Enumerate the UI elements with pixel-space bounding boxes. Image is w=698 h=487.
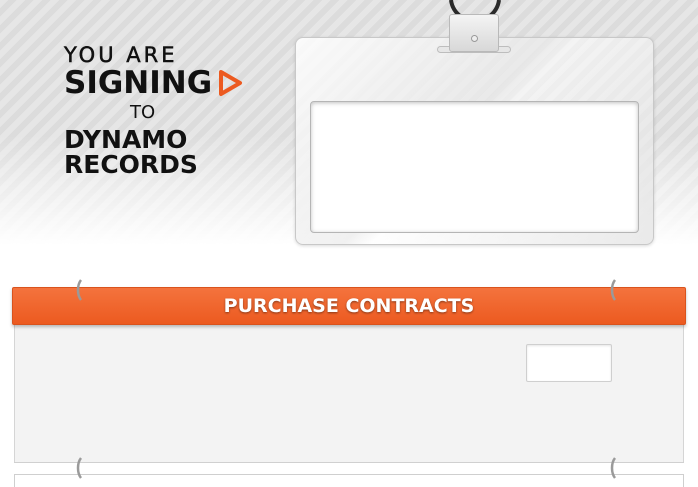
headline-signing-row: SIGNING — [64, 66, 294, 100]
badge-name-field[interactable] — [310, 101, 639, 233]
binder-ring-icon — [76, 279, 83, 301]
binder-ring-icon — [610, 457, 617, 479]
panel-divider — [14, 462, 684, 463]
badge-clip — [449, 14, 499, 52]
contracts-banner: PURCHASE CONTRACTS — [12, 287, 686, 325]
signing-headline: YOU ARE SIGNING TO DYNAMO RECORDS — [64, 44, 294, 177]
clip-hole-icon — [471, 35, 478, 42]
headline-dynamo: DYNAMO — [64, 125, 188, 154]
headline-records: RECORDS — [64, 150, 198, 179]
headline-to: TO — [130, 102, 156, 123]
play-icon — [216, 69, 244, 97]
binder-ring-icon — [610, 279, 617, 301]
contract-quantity-input[interactable] — [526, 344, 612, 382]
binder-ring-icon — [76, 457, 83, 479]
contracts-title: PURCHASE CONTRACTS — [223, 295, 475, 317]
headline-you-are: YOU ARE — [64, 43, 178, 67]
headline-signing: SIGNING — [64, 65, 213, 101]
next-panel — [14, 474, 684, 487]
